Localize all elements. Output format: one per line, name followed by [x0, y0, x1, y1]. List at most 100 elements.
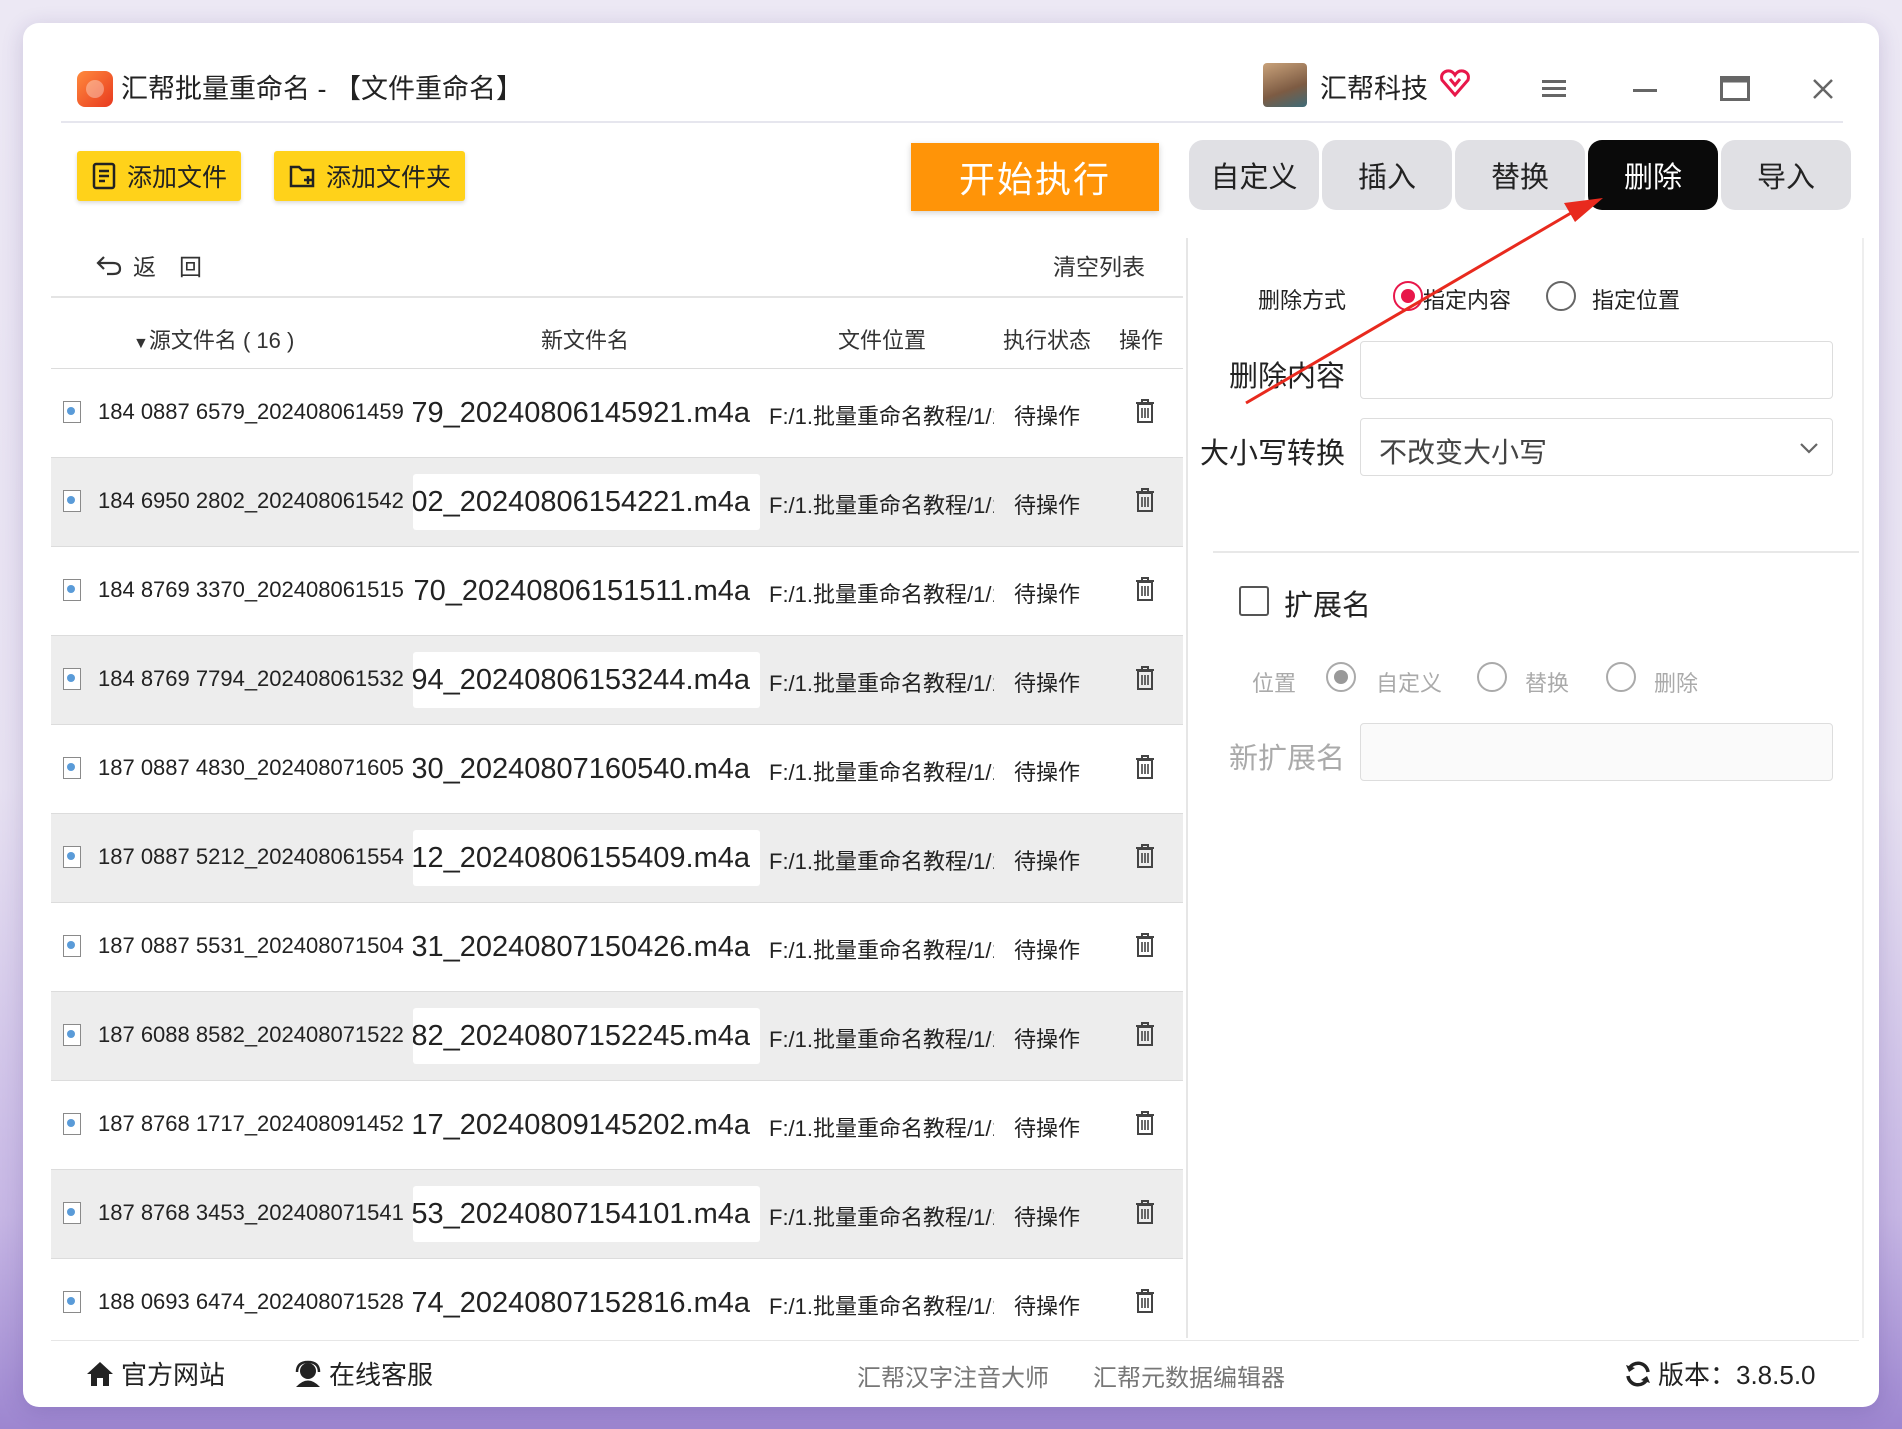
table-row[interactable]: 184 0887 6579_202408061459 184 0887 6579_…: [51, 368, 1183, 457]
radio-ext-delete[interactable]: [1606, 662, 1636, 692]
table-row[interactable]: 187 0887 5212_202408061554 187 0887 5212_…: [51, 813, 1183, 902]
official-website-link[interactable]: 官方网站: [85, 1355, 225, 1392]
pinyin-master-link[interactable]: 汇帮汉字注音大师: [857, 1358, 1049, 1393]
minimize-icon[interactable]: [1626, 71, 1666, 107]
header-source-label: 源文件名 ( 16 ): [148, 328, 295, 353]
table-row[interactable]: 188 0693 6474_202408071528 188 0693 6474_…: [51, 1258, 1183, 1347]
menu-icon[interactable]: [1535, 71, 1575, 107]
new-filename-text: 184 6950 2802_20240806154221.m4a: [413, 486, 750, 518]
new-filename-text: 187 0887 5212_20240806155409.m4a: [413, 842, 750, 874]
tab-import[interactable]: 导入: [1721, 140, 1851, 210]
file-location: F:/1.批量重命名教程/1/1: [769, 1027, 994, 1052]
audio-file-icon: [63, 401, 81, 423]
trash-icon[interactable]: [1133, 1020, 1157, 1048]
app-logo: [77, 71, 113, 107]
exec-status: 待操作: [1014, 1116, 1081, 1141]
source-filename: 184 6950 2802_202408061542: [98, 488, 404, 513]
trash-icon[interactable]: [1133, 575, 1157, 603]
header-action: 操作: [1119, 328, 1164, 353]
position-label: 位置: [1252, 671, 1297, 696]
trash-icon[interactable]: [1133, 1198, 1157, 1226]
radio-specify-content[interactable]: [1393, 281, 1423, 311]
start-button[interactable]: 开始执行: [911, 143, 1159, 211]
online-service-link[interactable]: 在线客服: [293, 1355, 433, 1392]
exec-status: 待操作: [1014, 938, 1081, 963]
audio-file-icon: [63, 668, 81, 690]
table-row[interactable]: 187 8768 3453_202408071541 187 8768 3453_…: [51, 1169, 1183, 1258]
header-source[interactable]: ▼源文件名 ( 16 ): [133, 323, 294, 355]
exec-status: 待操作: [1014, 1205, 1081, 1230]
vip-heart-icon[interactable]: [1439, 67, 1471, 99]
new-filename: 184 0887 6579_20240806145921.m4a: [413, 385, 760, 441]
case-conversion-select[interactable]: 不改变大小写: [1360, 418, 1833, 476]
avatar[interactable]: [1263, 63, 1307, 107]
audio-file-icon: [63, 935, 81, 957]
back-button[interactable]: 返 回: [95, 248, 202, 282]
radio-specify-content-label[interactable]: 指定内容: [1423, 283, 1511, 315]
table-row[interactable]: 187 6088 8582_202408071522 187 6088 8582_…: [51, 991, 1183, 1080]
tab-custom[interactable]: 自定义: [1189, 140, 1319, 210]
trash-icon[interactable]: [1133, 1287, 1157, 1315]
trash-icon[interactable]: [1133, 753, 1157, 781]
radio-ext-custom[interactable]: [1326, 662, 1356, 692]
add-folder-button[interactable]: 添加文件夹: [274, 151, 466, 201]
file-location: F:/1.批量重命名教程/1/1: [769, 938, 994, 963]
table-row[interactable]: 184 6950 2802_202408061542 184 6950 2802_…: [51, 457, 1183, 546]
back-icon: [96, 256, 122, 276]
tab-insert[interactable]: 插入: [1322, 140, 1452, 210]
chevron-down-icon: [1800, 443, 1818, 454]
title-divider: [61, 121, 1843, 123]
radio-ext-delete-label[interactable]: 删除: [1654, 666, 1698, 698]
tab-delete[interactable]: 删除: [1588, 140, 1718, 210]
source-filename: 187 8768 1717_202408091452: [98, 1111, 404, 1136]
radio-specify-position[interactable]: [1546, 281, 1576, 311]
add-folder-icon: [289, 165, 315, 188]
customer-service-icon: [295, 1360, 321, 1387]
close-icon[interactable]: [1803, 71, 1843, 107]
radio-ext-replace-label[interactable]: 替换: [1525, 666, 1569, 698]
trash-icon[interactable]: [1133, 397, 1157, 425]
audio-file-icon: [63, 1113, 81, 1135]
trash-icon[interactable]: [1133, 931, 1157, 959]
table-row[interactable]: 184 8769 3370_202408061515 184 8769 3370_…: [51, 546, 1183, 635]
version-info[interactable]: 版本：3.8.5.0: [1624, 1355, 1816, 1392]
exec-status: 待操作: [1014, 582, 1081, 607]
header-new-name: 新文件名: [541, 328, 630, 353]
source-filename: 187 0887 4830_202408071605: [98, 755, 404, 780]
table-row[interactable]: 187 8768 1717_202408091452 187 8768 1717_…: [51, 1080, 1183, 1169]
version-label: 版本：3.8.5.0: [1658, 1360, 1816, 1390]
extension-label[interactable]: 扩展名: [1284, 582, 1371, 624]
case-conversion-label: 大小写转换: [1200, 438, 1346, 470]
extension-checkbox[interactable]: [1239, 586, 1269, 616]
delete-content-input[interactable]: [1360, 341, 1833, 399]
add-file-button[interactable]: 添加文件: [77, 151, 242, 201]
new-filename-text: 187 0887 4830_20240807160540.m4a: [413, 753, 750, 785]
table-row[interactable]: 187 0887 4830_202408071605 187 0887 4830_…: [51, 724, 1183, 813]
radio-specify-position-label[interactable]: 指定位置: [1592, 283, 1680, 315]
maximize-icon[interactable]: [1715, 71, 1755, 107]
new-extension-input[interactable]: [1360, 723, 1833, 781]
case-conversion-value: 不改变大小写: [1379, 437, 1548, 468]
radio-ext-replace[interactable]: [1477, 662, 1507, 692]
table-row[interactable]: 184 8769 7794_202408061532 184 8769 7794_…: [51, 635, 1183, 724]
radio-ext-custom-label[interactable]: 自定义: [1376, 666, 1442, 698]
new-filename: 184 6950 2802_20240806154221.m4a: [413, 474, 760, 530]
add-folder-label: 添加文件夹: [326, 164, 452, 192]
online-service-label: 在线客服: [329, 1360, 434, 1390]
header-status: 执行状态: [1003, 328, 1092, 353]
table-row[interactable]: 187 0887 5531_202408071504 187 0887 5531_…: [51, 902, 1183, 991]
tab-replace[interactable]: 替换: [1455, 140, 1585, 210]
trash-icon[interactable]: [1133, 842, 1157, 870]
trash-icon[interactable]: [1133, 486, 1157, 514]
exec-status: 待操作: [1014, 1294, 1081, 1319]
trash-icon[interactable]: [1133, 664, 1157, 692]
trash-icon[interactable]: [1133, 1109, 1157, 1137]
exec-status: 待操作: [1014, 1027, 1081, 1052]
metadata-editor-link[interactable]: 汇帮元数据编辑器: [1093, 1358, 1285, 1393]
new-extension-label: 新扩展名: [1229, 743, 1346, 775]
sort-desc-icon: ▼: [133, 335, 149, 352]
source-filename: 184 0887 6579_202408061459: [98, 399, 404, 424]
window-title: 汇帮批量重命名 - 【文件重命名】: [121, 74, 523, 104]
clear-list-button[interactable]: 清空列表: [1053, 248, 1145, 282]
audio-file-icon: [63, 846, 81, 868]
